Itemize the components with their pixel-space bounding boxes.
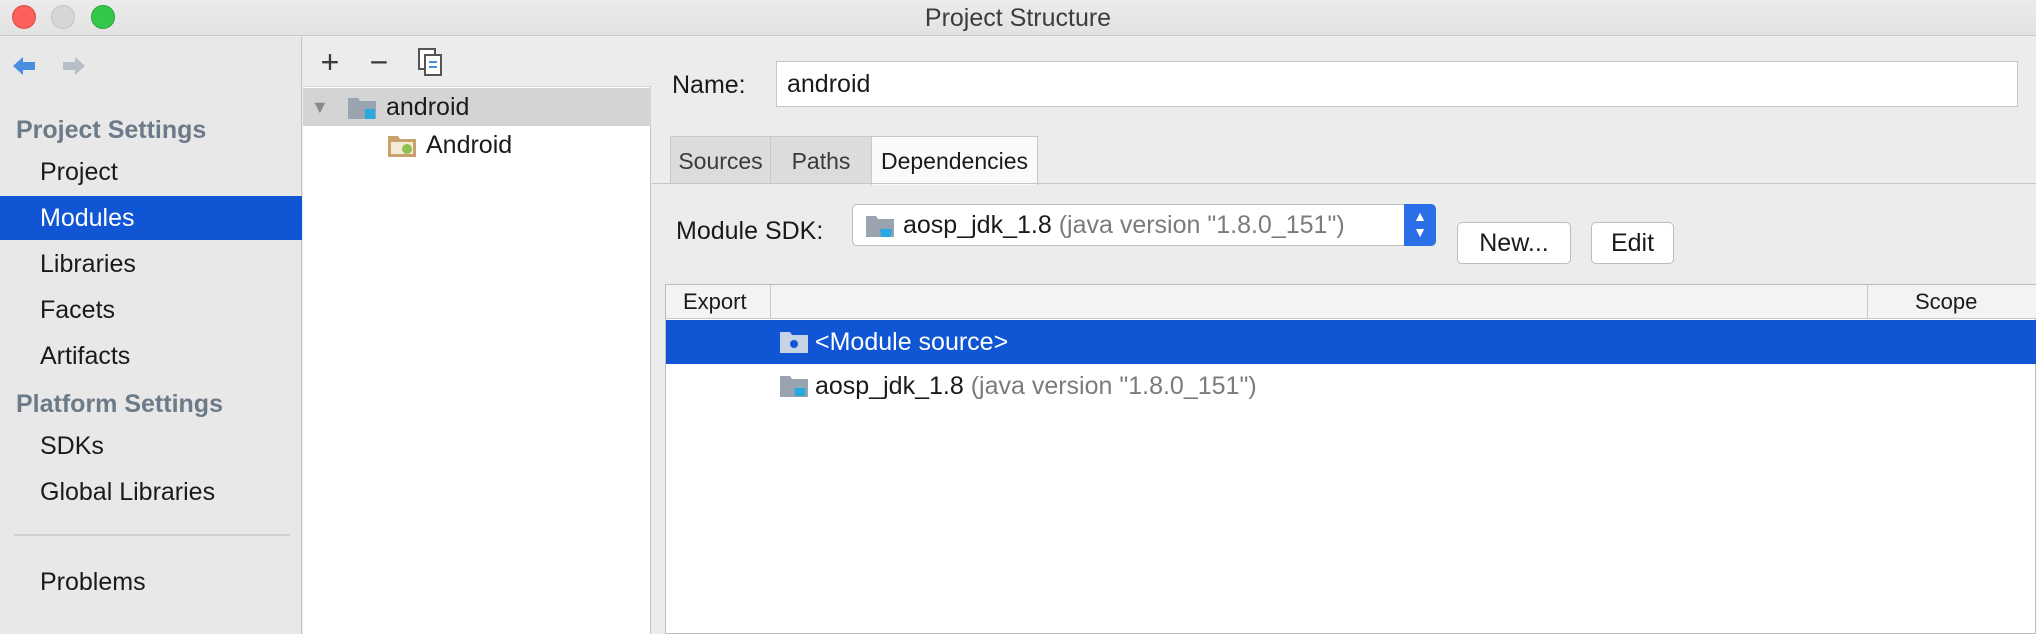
- dependency-sdk-version: (java version "1.8.0_151"): [970, 372, 1257, 400]
- sidebar-item-artifacts[interactable]: Artifacts: [0, 334, 302, 378]
- module-sdk-select[interactable]: aosp_jdk_1.8 (java version "1.8.0_151") …: [852, 204, 1436, 246]
- column-separator: [770, 285, 771, 319]
- add-button[interactable]: +: [313, 45, 347, 79]
- remove-button[interactable]: −: [362, 45, 396, 79]
- sdk-folder-icon: [866, 216, 894, 237]
- forward-arrow-icon[interactable]: [59, 51, 89, 81]
- module-name-field[interactable]: android: [776, 61, 2018, 107]
- tree-item-android-facet[interactable]: Android: [303, 126, 651, 164]
- select-stepper-icon[interactable]: ▲ ▼: [1404, 204, 1436, 246]
- module-folder-icon: [348, 98, 376, 119]
- project-settings-header: Project Settings: [16, 116, 207, 144]
- tab-divider: [652, 183, 2036, 184]
- module-tree-pane: + − ▼ android Android: [303, 37, 651, 634]
- expand-arrow-icon[interactable]: ▼: [311, 88, 329, 126]
- dependency-sdk-name: aosp_jdk_1.8: [815, 372, 964, 400]
- sidebar-divider: [14, 534, 290, 536]
- module-source-folder-icon: [780, 332, 808, 353]
- module-details-pane: Name: android Sources Paths Dependencies…: [652, 37, 2036, 634]
- module-name: android: [386, 93, 470, 121]
- sidebar-item-libraries[interactable]: Libraries: [0, 242, 302, 286]
- facet-name: Android: [426, 131, 513, 159]
- sdk-folder-icon: [780, 376, 808, 397]
- sidebar-item-modules[interactable]: Modules: [0, 196, 302, 240]
- sdk-version: (java version "1.8.0_151"): [1058, 211, 1345, 239]
- sidebar-item-sdks[interactable]: SDKs: [0, 424, 302, 468]
- edit-sdk-button[interactable]: Edit: [1591, 222, 1674, 264]
- sidebar-item-global-libraries[interactable]: Global Libraries: [0, 470, 302, 514]
- sdk-name: aosp_jdk_1.8: [903, 211, 1052, 239]
- title-bar: Project Structure: [0, 0, 2036, 36]
- dependency-name: aosp_jdk_1.8 (java version "1.8.0_151"): [815, 364, 1257, 408]
- dependencies-table: Export Scope <Module source> aosp_jdk_1.…: [665, 284, 2036, 634]
- table-row[interactable]: <Module source>: [666, 320, 2036, 364]
- tree-toolbar: + −: [303, 37, 651, 87]
- tab-paths[interactable]: Paths: [770, 136, 872, 184]
- tree-item-android-module[interactable]: ▼ android: [303, 88, 651, 126]
- settings-sidebar: Project Settings Project Modules Librari…: [0, 37, 302, 634]
- copy-icon[interactable]: [413, 45, 447, 79]
- platform-settings-header: Platform Settings: [16, 390, 223, 418]
- module-sdk-label: Module SDK:: [676, 217, 824, 245]
- column-header-scope[interactable]: Scope: [1915, 285, 1977, 319]
- tab-dependencies[interactable]: Dependencies: [871, 136, 1038, 185]
- sidebar-item-problems[interactable]: Problems: [0, 560, 302, 604]
- column-separator: [1867, 285, 1868, 319]
- table-row[interactable]: aosp_jdk_1.8 (java version "1.8.0_151"): [666, 364, 2036, 408]
- table-header: Export Scope: [666, 285, 2036, 319]
- column-header-export[interactable]: Export: [683, 285, 747, 319]
- window-title: Project Structure: [924, 4, 1112, 32]
- name-label: Name:: [672, 71, 746, 99]
- sidebar-item-facets[interactable]: Facets: [0, 288, 302, 332]
- dependency-name: <Module source>: [815, 328, 1009, 356]
- tab-sources[interactable]: Sources: [670, 136, 771, 184]
- sidebar-item-project[interactable]: Project: [0, 150, 302, 194]
- android-facet-icon: [388, 136, 416, 157]
- back-arrow-icon[interactable]: [9, 51, 39, 81]
- new-sdk-button[interactable]: New...: [1457, 222, 1571, 264]
